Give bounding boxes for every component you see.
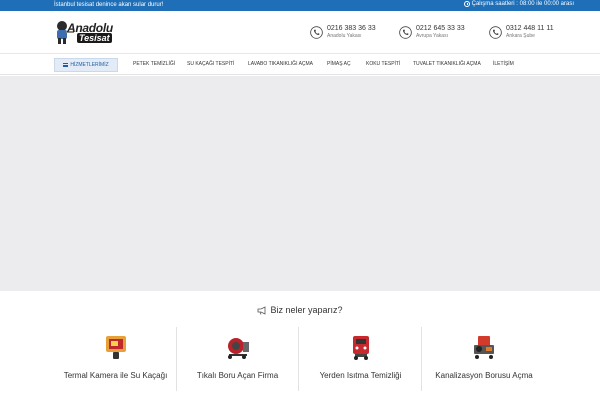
phone-label: Avrupa Yakası [416,33,448,39]
phone-anadolu[interactable]: 0216 383 36 33 Anadolu Yakası [310,25,376,39]
phone-icon [310,26,323,39]
brand-subname: Tesisat [77,33,112,43]
services-section: Biz neler yaparız? Termal Kamera ile Su … [0,291,600,400]
services-title-text: Biz neler yaparız? [270,305,343,315]
sewer-machine-icon [474,336,494,359]
phone-icon [489,26,502,39]
phone-label: Ankara Şube [506,33,535,39]
service-card[interactable]: Yerden Isıtma Temizliği [300,327,422,391]
service-card[interactable]: Termal Kamera ile Su Kaçağı [55,327,177,391]
services-menu-button[interactable]: HİZMETLERİMİZ [54,58,118,72]
service-label: Tıkalı Boru Açan Firma [196,371,279,380]
top-bar: İstanbul tesisat denince akan sular duru… [0,0,600,11]
header: Anadolu Tesisat 0216 383 36 33 Anadolu Y… [0,11,600,54]
hamburger-icon [63,63,69,67]
phone-number: 0312 448 11 11 [506,25,554,32]
phone-icon [399,26,412,39]
nav-item-iletisim[interactable]: İLETİŞİM [493,61,514,67]
phone-number: 0216 383 36 33 [327,25,376,32]
clock-icon [463,1,470,7]
thermal-camera-icon [105,336,126,359]
phone-number: 0212 645 33 33 [416,25,465,32]
phone-avrupa[interactable]: 0212 645 33 33 Avrupa Yakası [399,25,465,39]
services-title: Biz neler yaparız? [0,305,600,315]
nav-item-tuvalet[interactable]: TUVALET TIKANIKLIĞI AÇMA [413,61,481,67]
nav-item-lavabo[interactable]: LAVABO TIKANIKLIĞI AÇMA [248,61,313,67]
hero-slider [0,76,600,291]
nav-item-petek[interactable]: PETEK TEMİZLİĞİ [133,61,175,67]
nav-item-pimas[interactable]: PİMAŞ AÇ [327,61,351,67]
tagline: İstanbul tesisat denince akan sular duru… [54,2,164,8]
service-label: Termal Kamera ile Su Kaçağı [63,371,168,380]
heating-cleaner-icon [352,336,369,360]
megaphone-icon [258,305,266,315]
service-card[interactable]: Kanalizasyon Borusu Açma [423,327,545,391]
phone-ankara[interactable]: 0312 448 11 11 Ankara Şube [489,25,554,39]
service-label: Kanalizasyon Borusu Açma [435,371,533,380]
service-label: Yerden Isıtma Temizliği [319,371,402,380]
nav-item-koku[interactable]: KOKU TESPİTİ [366,61,400,67]
working-hours: Çalışma saatleri : 08:00 ile 00:00 arası [463,1,574,7]
service-card[interactable]: Tıkalı Boru Açan Firma [177,327,299,391]
working-hours-text: Çalışma saatleri : 08:00 ile 00:00 arası [471,1,574,7]
logo[interactable]: Anadolu Tesisat [53,19,113,47]
phone-label: Anadolu Yakası [327,33,362,39]
drain-machine-icon [227,338,249,359]
nav-item-su-kacagi[interactable]: SU KAÇAĞI TESPİTİ [187,61,234,67]
main-nav: HİZMETLERİMİZ PETEK TEMİZLİĞİ SU KAÇAĞI … [0,55,600,75]
services-menu-label: HİZMETLERİMİZ [70,62,109,68]
